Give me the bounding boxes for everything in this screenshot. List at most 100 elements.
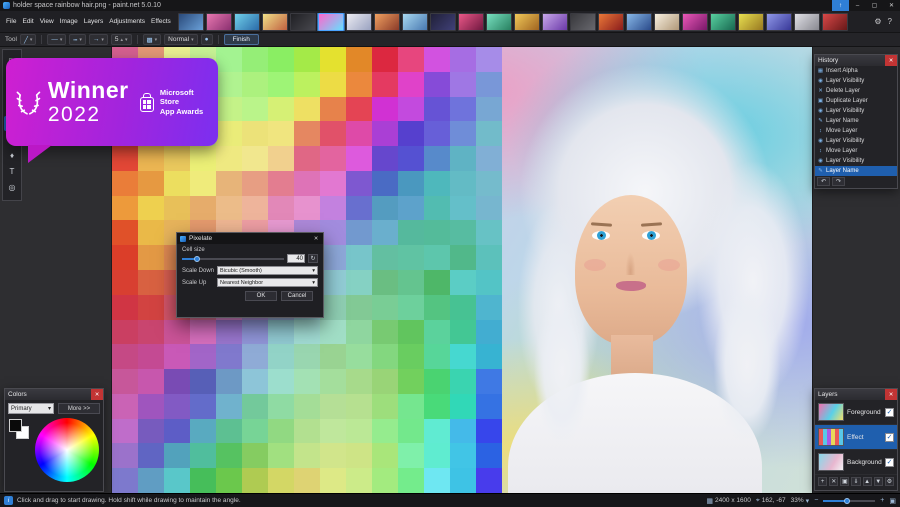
image-thumbnail[interactable] <box>177 12 204 31</box>
zoom-level-selector[interactable]: 33% ▾ <box>791 497 810 505</box>
history-item[interactable]: ✎ Layer Name <box>815 166 897 176</box>
close-icon[interactable]: ✕ <box>885 389 897 400</box>
minimize-button[interactable]: – <box>849 0 866 11</box>
image-thumbnail[interactable] <box>821 12 848 31</box>
colors-more-button[interactable]: More >> <box>58 403 100 414</box>
image-thumbnail[interactable] <box>793 12 820 31</box>
image-thumbnail[interactable] <box>513 12 540 31</box>
history-item[interactable]: ↕ Move Layer <box>815 126 897 136</box>
delete-layer-icon[interactable]: ✕ <box>829 477 839 486</box>
primary-color-swatch[interactable] <box>9 419 22 432</box>
menu-effects[interactable]: Effects <box>148 11 174 33</box>
layer-row[interactable]: Foreground ✓ <box>815 400 897 425</box>
add-layer-icon[interactable]: + <box>818 477 828 486</box>
menu-view[interactable]: View <box>37 11 57 33</box>
layer-visible-checkbox[interactable]: ✓ <box>885 457 894 467</box>
move-layer-up-icon[interactable]: ▲ <box>862 477 872 486</box>
image-thumbnail[interactable] <box>205 12 232 31</box>
duplicate-layer-icon[interactable]: ▣ <box>840 477 850 486</box>
scale-up-selector[interactable]: Nearest Neighbor ▾ <box>217 278 318 287</box>
image-thumbnail[interactable] <box>485 12 512 31</box>
layer-row[interactable]: Background ✓ <box>815 450 897 475</box>
image-thumbnail[interactable] <box>317 12 344 31</box>
tool-selector[interactable]: ╱ ▾ <box>19 34 37 45</box>
cancel-button[interactable]: Cancel <box>281 291 313 301</box>
layer-properties-icon[interactable]: ⚙ <box>884 477 894 486</box>
image-thumbnail[interactable] <box>233 12 260 31</box>
close-icon[interactable]: ✕ <box>309 233 323 244</box>
color-mode-selector[interactable]: Primary ▾ <box>8 403 54 414</box>
text-tool-icon[interactable]: T <box>4 164 20 179</box>
menu-file[interactable]: File <box>3 11 19 33</box>
colors-panel-titlebar[interactable]: Colors ✕ <box>5 389 103 400</box>
history-item[interactable]: ✕ Delete Layer <box>815 86 897 96</box>
zoom-in-icon[interactable]: + <box>880 497 884 504</box>
image-thumbnail[interactable] <box>401 12 428 31</box>
move-layer-down-icon[interactable]: ▼ <box>873 477 883 486</box>
history-item[interactable]: ▦ Insert Alpha <box>815 66 897 76</box>
menu-edit[interactable]: Edit <box>19 11 36 33</box>
line-end-cap-selector[interactable]: → ▾ <box>88 34 108 45</box>
image-thumbnail[interactable] <box>653 12 680 31</box>
blend-mode-selector[interactable]: Normal ▾ <box>164 34 198 45</box>
image-thumbnail[interactable] <box>429 12 456 31</box>
ok-button[interactable]: OK <box>245 291 277 301</box>
image-thumbnail[interactable] <box>261 12 288 31</box>
layer-row[interactable]: Effect ✓ <box>815 425 897 450</box>
image-thumbnail[interactable] <box>709 12 736 31</box>
menu-layers[interactable]: Layers <box>81 11 107 33</box>
close-icon[interactable]: ✕ <box>91 389 103 400</box>
update-available-icon[interactable]: ↑ <box>832 0 849 11</box>
zoom-fit-icon[interactable]: ▣ <box>889 497 896 505</box>
pixelate-dialog-titlebar[interactable]: Pixelate ✕ <box>177 233 323 244</box>
zoom-slider[interactable] <box>823 497 876 505</box>
antialiasing-toggle[interactable]: ● <box>200 34 213 45</box>
history-item[interactable]: ▣ Duplicate Layer <box>815 96 897 106</box>
image-thumbnail[interactable] <box>345 12 372 31</box>
menu-image[interactable]: Image <box>57 11 81 33</box>
history-item[interactable]: ↕ Move Layer <box>815 146 897 156</box>
slider-thumb[interactable] <box>194 255 201 262</box>
color-wheel[interactable] <box>35 418 99 482</box>
image-thumbnail[interactable] <box>541 12 568 31</box>
image-thumbnail[interactable] <box>681 12 708 31</box>
history-item[interactable]: ◉ Layer Visibility <box>815 106 897 116</box>
reset-icon[interactable]: ↻ <box>308 254 318 263</box>
image-thumbnail[interactable] <box>289 12 316 31</box>
merge-layer-down-icon[interactable]: ⇓ <box>851 477 861 486</box>
layer-visible-checkbox[interactable]: ✓ <box>885 432 894 442</box>
cell-size-slider[interactable] <box>182 255 284 263</box>
image-thumbnail[interactable] <box>765 12 792 31</box>
gear-icon[interactable]: ⚙ <box>874 17 881 26</box>
layer-visible-checkbox[interactable]: ✓ <box>885 407 894 417</box>
close-icon[interactable]: ✕ <box>885 55 897 66</box>
cell-size-input[interactable]: 40 <box>287 254 305 263</box>
redo-icon[interactable]: ↷ <box>832 177 845 186</box>
image-thumbnail[interactable] <box>569 12 596 31</box>
image-thumbnail[interactable] <box>373 12 400 31</box>
zoom-out-icon[interactable]: − <box>814 497 818 504</box>
line-dash-selector[interactable]: ┅ ▾ <box>69 34 86 45</box>
image-thumbnail[interactable] <box>597 12 624 31</box>
history-item[interactable]: ✎ Layer Name <box>815 116 897 126</box>
clone-stamp-tool-icon[interactable]: ♦ <box>4 148 20 163</box>
brush-width-stepper[interactable]: 5 ▴ ▾ <box>110 34 132 45</box>
undo-icon[interactable]: ↶ <box>817 177 830 186</box>
menu-adjustments[interactable]: Adjustments <box>106 11 148 33</box>
history-item[interactable]: ◉ Layer Visibility <box>815 76 897 86</box>
layers-panel-titlebar[interactable]: Layers ✕ <box>815 389 897 400</box>
history-item[interactable]: ◉ Layer Visibility <box>815 136 897 146</box>
color-picker-tool-icon[interactable]: ◎ <box>4 180 20 195</box>
slider-thumb[interactable] <box>843 497 850 504</box>
image-thumbnail[interactable] <box>625 12 652 31</box>
close-button[interactable]: ✕ <box>883 0 900 11</box>
history-item[interactable]: ◉ Layer Visibility <box>815 156 897 166</box>
fill-style-selector[interactable]: ▩ ▾ <box>142 34 162 45</box>
help-icon[interactable]: ? <box>888 17 892 26</box>
finish-button[interactable]: Finish <box>223 34 259 45</box>
line-start-cap-selector[interactable]: — ▾ <box>47 34 67 45</box>
scale-down-selector[interactable]: Bicubic (Smooth) ▾ <box>217 266 318 275</box>
maximize-button[interactable]: ▢ <box>866 0 883 11</box>
image-thumbnail[interactable] <box>457 12 484 31</box>
history-panel-titlebar[interactable]: History ✕ <box>815 55 897 66</box>
